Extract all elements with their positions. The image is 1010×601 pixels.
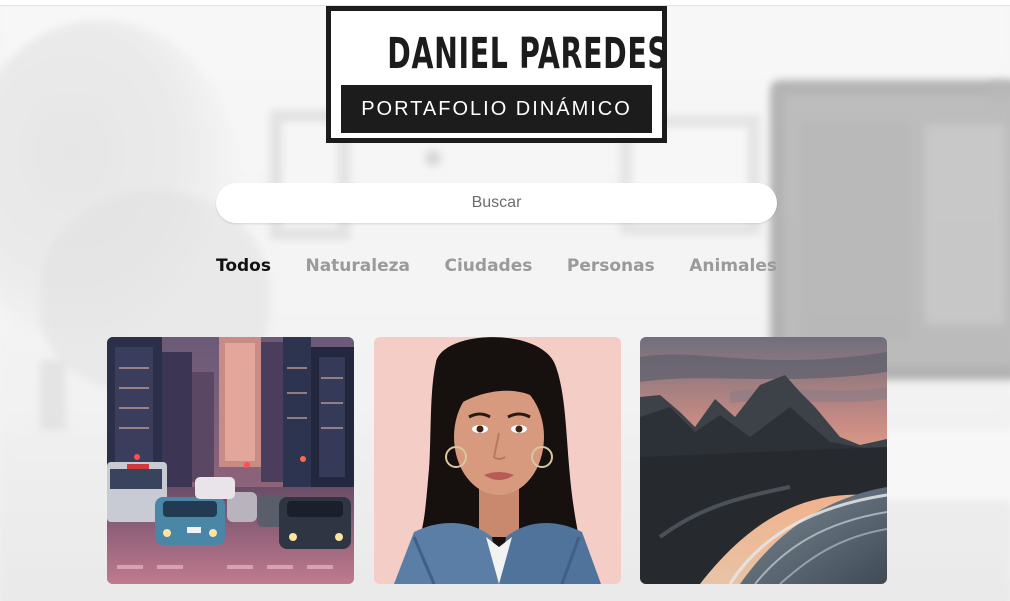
filter-tab-personas[interactable]: Personas xyxy=(567,256,655,276)
filter-tab-todos[interactable]: Todos xyxy=(216,256,271,276)
portrait-image xyxy=(374,337,621,584)
search-input[interactable] xyxy=(216,183,777,223)
mountain-beach-image xyxy=(640,337,887,584)
filter-tab-naturaleza[interactable]: Naturaleza xyxy=(305,256,410,276)
filter-tab-ciudades[interactable]: Ciudades xyxy=(445,256,533,276)
filter-tab-animales[interactable]: Animales xyxy=(689,256,777,276)
gallery-item-portrait[interactable] xyxy=(374,337,621,584)
category-filters: Todos Naturaleza Ciudades Personas Anima… xyxy=(216,252,777,280)
photo-gallery xyxy=(107,337,887,584)
gallery-item-city[interactable] xyxy=(107,337,354,584)
gallery-item-mountain[interactable] xyxy=(640,337,887,584)
city-street-image xyxy=(107,337,354,584)
logo-subtitle: PORTAFOLIO DINÁMICO xyxy=(341,85,652,133)
logo-name: DANIEL PAREDES xyxy=(387,29,669,79)
site-logo[interactable]: DANIEL PAREDES PORTAFOLIO DINÁMICO xyxy=(326,6,669,143)
